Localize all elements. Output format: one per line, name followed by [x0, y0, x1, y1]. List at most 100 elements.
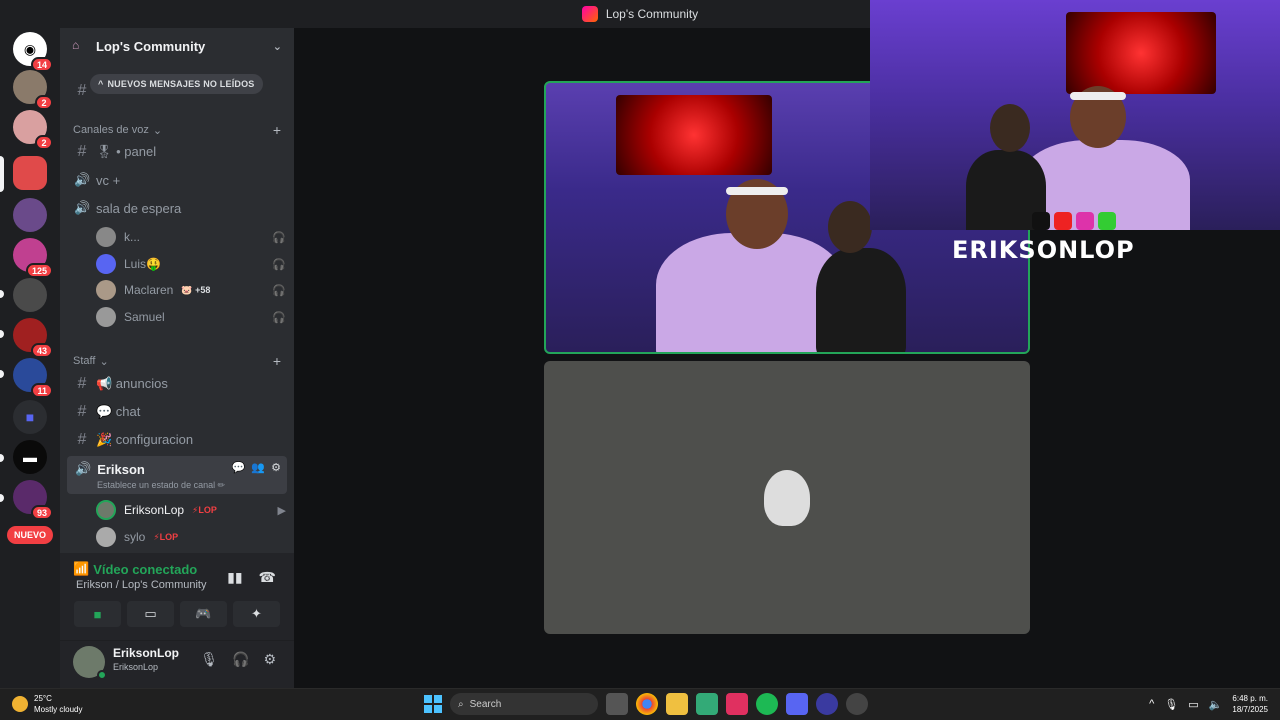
tiktok-icon [1032, 212, 1050, 230]
guild-name: Lop's Community [96, 38, 206, 54]
social-icons [1032, 212, 1116, 230]
hash-icon: # [77, 403, 87, 420]
guild-header[interactable]: ⌂ Lop's Community ⌄ [60, 28, 294, 64]
server-icon-11[interactable]: ▬ [13, 440, 47, 474]
file-explorer-icon[interactable] [666, 693, 688, 715]
channel-config[interactable]: # 🎉 configuracion [74, 429, 284, 451]
channel-waiting-room[interactable]: 🔊 sala de espera [74, 197, 284, 219]
start-button[interactable] [424, 695, 442, 713]
weather-icon [12, 696, 28, 712]
deafened-icon: 🎧 [272, 231, 286, 244]
obs-icon[interactable] [846, 693, 868, 715]
add-channel-icon[interactable]: + [273, 353, 281, 369]
chevron-up-icon[interactable]: ^ [1149, 698, 1154, 710]
disconnect-icon[interactable]: ☎ [259, 569, 276, 586]
folder-icon[interactable]: ■ [13, 400, 47, 434]
selected-pill [0, 156, 4, 192]
discord-app-icon[interactable] [786, 693, 808, 715]
server-icon-3[interactable]: 2 [13, 110, 53, 150]
tiktok-app-icon[interactable] [726, 693, 748, 715]
server-icon-12[interactable]: 93 [13, 480, 53, 520]
gear-icon[interactable]: ⚙ [271, 461, 281, 474]
add-channel-icon[interactable]: + [273, 122, 281, 138]
wall-art [616, 95, 772, 175]
youtube-icon [1054, 212, 1072, 230]
search-icon: ⌕ [458, 698, 464, 710]
chevron-down-icon: ⌄ [152, 124, 163, 137]
deafened-icon: 🎧 [272, 284, 286, 297]
server-icon-4[interactable] [13, 156, 47, 190]
server-icon-2[interactable]: 2 [13, 70, 53, 110]
channel-panel[interactable]: # 🎖 • panel [74, 141, 284, 163]
server-icon-8[interactable]: 43 [13, 318, 53, 358]
chat-icon[interactable]: 💬 [232, 461, 246, 474]
store-icon[interactable] [696, 693, 718, 715]
activity-button[interactable]: 🎮 [180, 601, 227, 627]
voice-user[interactable]: Luis🤑 🎧 [96, 253, 286, 275]
window-title: Lop's Community [605, 7, 699, 21]
new-servers-button[interactable]: NUEVO [7, 526, 53, 544]
display-icon[interactable]: ▭ [1188, 698, 1198, 711]
server-icon-6[interactable]: 125 [13, 238, 53, 278]
server-icon-7[interactable] [13, 278, 47, 312]
instagram-icon [1076, 212, 1094, 230]
speaker-icon: 🔊 [75, 461, 92, 476]
camera-button[interactable]: ■ [74, 601, 121, 627]
discord-home-icon[interactable]: ◉ 14 [13, 32, 53, 72]
voice-user[interactable]: Maclaren 🐷 +58 🎧 [96, 279, 286, 301]
microphone-icon[interactable]: 🎙 [1164, 698, 1178, 711]
soundboard-button[interactable]: ✦ [233, 601, 280, 627]
add-member-icon[interactable]: 👥 [251, 461, 265, 474]
channel-status[interactable]: Establece un estado de canal ✏ [97, 480, 225, 491]
chevron-down-icon: ⌄ [99, 355, 109, 368]
category-staff[interactable]: Staff ⌄ + [73, 353, 281, 369]
unread-pill [0, 290, 4, 298]
voice-member[interactable]: sylo ⚡LOP [96, 526, 286, 548]
stream-overlay [870, 0, 1280, 230]
category-voice[interactable]: Canales de voz ⌄ + [73, 122, 281, 138]
microphone-icon[interactable]: 🎙 [200, 651, 218, 668]
noise-suppression-icon[interactable]: ▮▮ [227, 569, 242, 586]
server-icon-9[interactable]: 11 [13, 358, 53, 398]
screen-share-button[interactable]: ▭ [127, 601, 174, 627]
search-box[interactable]: ⌕ Search [450, 693, 598, 715]
channel-vc[interactable]: 🔊 vc + [74, 169, 284, 191]
video-tile-avatar[interactable] [544, 361, 1030, 634]
server-icon-5[interactable] [13, 198, 47, 232]
weather-widget[interactable]: 25°C Mostly cloudy [12, 693, 82, 715]
unread-pill [0, 330, 4, 338]
unread-messages-banner[interactable]: ^ NUEVOS MENSAJES NO LEÍDOS [90, 74, 263, 94]
task-view-icon[interactable] [606, 693, 628, 715]
person-head [828, 201, 872, 253]
deafened-icon: 🎧 [272, 311, 286, 324]
unread-pill [0, 370, 4, 378]
channel-announcements[interactable]: # 📢 anuncios [74, 373, 284, 395]
volume-icon[interactable]: 🔈 [1209, 698, 1223, 711]
headphones-icon[interactable]: 🎧 [232, 651, 249, 668]
voice-user[interactable]: Samuel 🎧 [96, 306, 286, 328]
user-subtext: EriksonLop [113, 662, 159, 672]
chevron-up-icon: ^ [98, 79, 104, 89]
weather-status: Mostly cloudy [34, 705, 83, 714]
avatar [96, 227, 116, 247]
channel-chat[interactable]: # 💬 chat [74, 401, 284, 423]
avatar [96, 254, 116, 274]
signal-icon: 📶 [73, 561, 90, 576]
voice-location[interactable]: Erikson / Lop's Community [76, 579, 206, 591]
badge: 11 [31, 383, 53, 398]
app-icon[interactable] [816, 693, 838, 715]
voice-connection-panel: 📶 Vídeo conectado Erikson / Lop's Communi… [60, 553, 294, 641]
badge: 93 [30, 505, 53, 520]
clock[interactable]: 6:48 p. m. 18/7/2025 [1232, 693, 1268, 715]
spotify-icon[interactable] [756, 693, 778, 715]
gear-icon[interactable]: ⚙ [263, 651, 276, 668]
chrome-icon[interactable] [636, 693, 658, 715]
person [816, 248, 906, 352]
avatar [96, 280, 116, 300]
badge: 125 [25, 263, 53, 278]
voice-member[interactable]: EriksonLop ⚡LOP ▶ [96, 499, 286, 521]
hash-icon: # [77, 82, 87, 99]
voice-user[interactable]: k... 🎧 [96, 226, 286, 248]
camera-icon: ▶ [277, 504, 286, 517]
active-voice-channel[interactable]: 🔊 Erikson Establece un estado de canal ✏ … [67, 456, 287, 494]
